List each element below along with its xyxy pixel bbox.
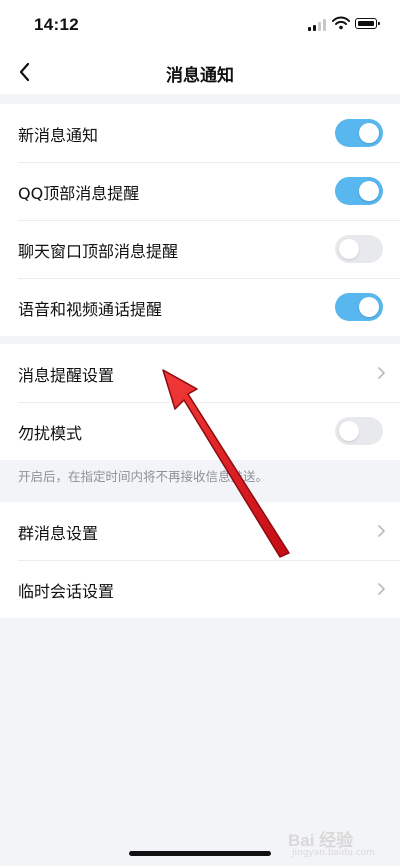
new-message-toggle[interactable]	[335, 119, 383, 147]
row-do-not-disturb: 勿扰模式	[0, 402, 400, 460]
row-group-message-settings[interactable]: 群消息设置	[0, 502, 400, 560]
do-not-disturb-hint: 开启后，在指定时间内将不再接收信息推送。	[18, 469, 269, 484]
row-label: QQ顶部消息提醒	[18, 184, 140, 203]
chevron-right-icon	[378, 583, 385, 595]
row-qq-top-reminder: QQ顶部消息提醒	[0, 162, 400, 220]
row-label: 新消息通知	[18, 126, 99, 145]
row-label: 勿扰模式	[18, 424, 83, 443]
reminder-settings-group: 消息提醒设置 勿扰模式	[0, 344, 400, 460]
signal-icon	[308, 19, 327, 31]
row-new-message: 新消息通知	[0, 104, 400, 162]
other-settings-group: 群消息设置 临时会话设置	[0, 502, 400, 618]
status-bar: 14:12	[0, 0, 400, 50]
toggle-knob	[359, 297, 379, 317]
page-title: 消息通知	[166, 66, 234, 86]
row-temp-chat-settings[interactable]: 临时会话设置	[0, 560, 400, 618]
chevron-right-icon	[378, 367, 385, 379]
status-time: 14:12	[34, 15, 79, 34]
row-label: 聊天窗口顶部消息提醒	[18, 242, 179, 261]
toggle-knob	[359, 181, 379, 201]
wifi-icon	[332, 16, 350, 30]
do-not-disturb-toggle[interactable]	[335, 417, 383, 445]
watermark-url: jingyan.baidu.com	[292, 848, 376, 858]
toggle-knob	[339, 239, 359, 259]
row-label: 消息提醒设置	[18, 366, 115, 385]
voice-video-reminder-toggle[interactable]	[335, 293, 383, 321]
row-voice-video-reminder: 语音和视频通话提醒	[0, 278, 400, 336]
row-label: 群消息设置	[18, 524, 99, 543]
chevron-right-icon	[378, 525, 385, 537]
row-reminder-settings[interactable]: 消息提醒设置	[0, 344, 400, 402]
qq-top-reminder-toggle[interactable]	[335, 177, 383, 205]
home-indicator[interactable]	[129, 851, 271, 856]
toggle-knob	[339, 421, 359, 441]
battery-icon	[355, 18, 380, 29]
row-chat-window-top-reminder: 聊天窗口顶部消息提醒	[0, 220, 400, 278]
notification-toggle-group: 新消息通知 QQ顶部消息提醒 聊天窗口顶部消息提醒 语音和视频通话提醒	[0, 104, 400, 336]
row-label: 临时会话设置	[18, 582, 115, 601]
row-label: 语音和视频通话提醒	[18, 300, 163, 319]
nav-bar: 消息通知	[0, 50, 400, 94]
chat-window-top-reminder-toggle[interactable]	[335, 235, 383, 263]
toggle-knob	[359, 123, 379, 143]
